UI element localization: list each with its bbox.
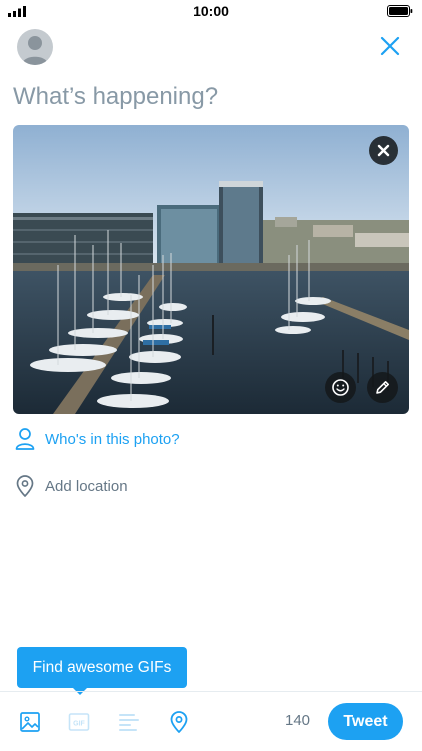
add-location-button[interactable]: Add location	[15, 474, 128, 498]
attached-photo[interactable]	[13, 125, 409, 414]
compose-toolbar: GIF 140 Tweet	[0, 691, 422, 751]
poll-icon[interactable]	[118, 711, 140, 733]
tag-people-button[interactable]: Who's in this photo?	[15, 427, 180, 451]
close-icon	[377, 144, 390, 157]
status-bar: 10:00	[0, 0, 422, 22]
gif-tooltip: Find awesome GIFs	[17, 647, 187, 688]
avatar[interactable]	[17, 29, 53, 65]
location-pin-icon	[16, 475, 34, 497]
add-sticker-button[interactable]	[325, 372, 356, 403]
compose-input[interactable]: What’s happening?	[13, 83, 218, 111]
smiley-icon	[332, 379, 349, 396]
gif-icon-label: GIF	[73, 721, 85, 728]
image-icon[interactable]	[19, 711, 41, 733]
default-profile-icon	[22, 36, 48, 65]
remove-photo-button[interactable]	[369, 136, 398, 165]
tag-people-label: Who's in this photo?	[45, 430, 180, 448]
edit-photo-button[interactable]	[367, 372, 398, 403]
person-icon	[15, 428, 35, 450]
pencil-icon	[376, 381, 389, 394]
character-counter: 140	[285, 712, 311, 729]
add-location-label: Add location	[45, 477, 128, 495]
close-icon[interactable]	[380, 36, 400, 56]
harbor-photo-image	[13, 125, 409, 414]
status-time: 10:00	[193, 3, 229, 19]
tweet-button[interactable]: Tweet	[328, 703, 403, 740]
location-icon[interactable]	[168, 711, 190, 733]
battery-icon	[387, 5, 413, 17]
gif-icon[interactable]: GIF	[68, 711, 90, 733]
